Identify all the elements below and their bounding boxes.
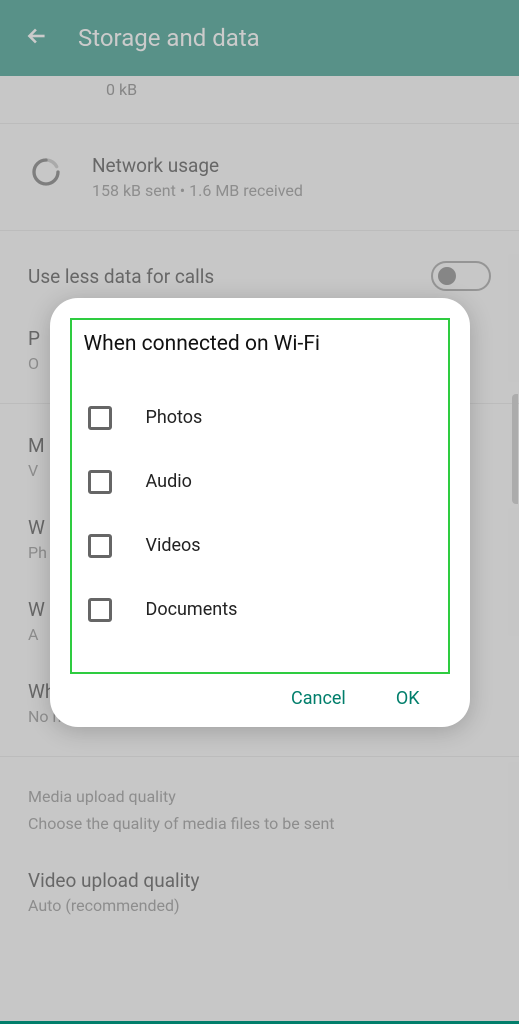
option-label: Audio (146, 471, 192, 492)
option-label: Videos (146, 535, 201, 556)
checkbox-icon[interactable] (88, 470, 112, 494)
option-audio[interactable]: Audio (84, 450, 436, 514)
wifi-media-dialog: When connected on Wi-Fi Photos Audio Vid… (50, 298, 470, 727)
dialog-actions: Cancel OK (70, 674, 450, 709)
option-videos[interactable]: Videos (84, 514, 436, 578)
option-label: Documents (146, 599, 238, 620)
ok-button[interactable]: OK (396, 688, 420, 709)
cancel-button[interactable]: Cancel (291, 688, 346, 709)
dialog-title: When connected on Wi-Fi (84, 330, 436, 356)
option-photos[interactable]: Photos (84, 386, 436, 450)
checkbox-icon[interactable] (88, 534, 112, 558)
checkbox-icon[interactable] (88, 598, 112, 622)
option-documents[interactable]: Documents (84, 578, 436, 642)
checkbox-icon[interactable] (88, 406, 112, 430)
option-label: Photos (146, 407, 203, 428)
modal-overlay: When connected on Wi-Fi Photos Audio Vid… (0, 0, 519, 1024)
dialog-highlight-frame: When connected on Wi-Fi Photos Audio Vid… (70, 318, 450, 674)
